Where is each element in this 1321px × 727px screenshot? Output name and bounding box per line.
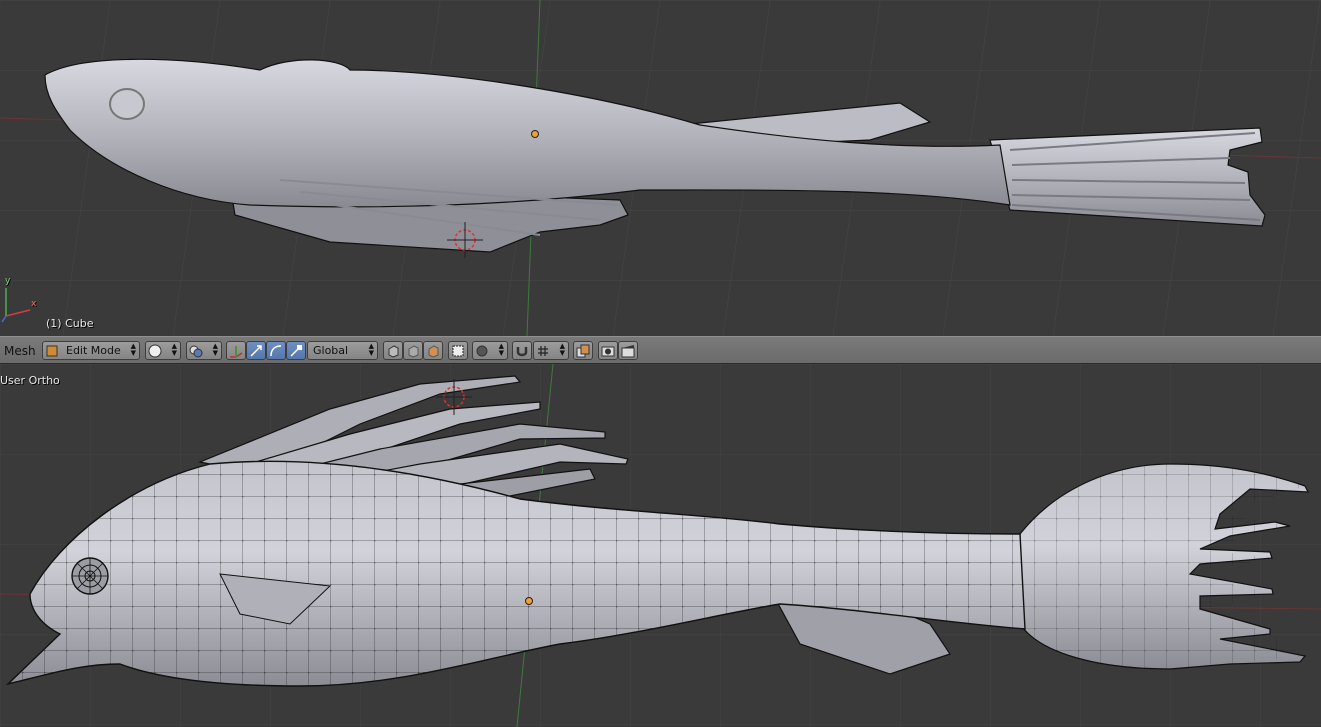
render-animation-icon <box>621 345 635 358</box>
manipulator-icon <box>230 346 243 358</box>
translate-icon <box>250 345 262 357</box>
eye-mesh <box>71 557 109 595</box>
snap-toggle[interactable] <box>512 341 532 360</box>
occlude-geometry-toggle[interactable] <box>448 341 468 360</box>
transform-orientation-value: Global <box>313 344 349 357</box>
axis-x-label: x <box>31 299 37 309</box>
viewport-header: Mesh Edit Mode ▲ ▼ ▲ ▼ ▲ ▼ Global ▲ ▼ ▲ ▼ <box>0 336 1321 364</box>
mesh-menu[interactable]: Mesh <box>4 344 36 358</box>
vertex-select-icon <box>388 345 399 358</box>
mode-select-value: Edit Mode <box>66 344 121 357</box>
mode-select[interactable]: Edit Mode ▲ ▼ <box>42 341 140 360</box>
render-icon <box>601 346 615 357</box>
manipulator-toggle[interactable] <box>226 341 246 360</box>
bottom-3d-viewport[interactable]: User Ortho <box>0 364 1321 727</box>
snap-target-select[interactable]: ▲ ▼ <box>533 341 569 360</box>
copy-icon <box>576 344 590 358</box>
face-select-icon <box>428 345 439 358</box>
top-3d-viewport[interactable]: y x (1) Cube <box>0 0 1321 336</box>
occlude-geometry-icon <box>452 345 464 357</box>
render-animation-button[interactable] <box>618 341 638 360</box>
scale-icon <box>290 345 302 357</box>
scale-toggle[interactable] <box>286 341 306 360</box>
edge-select-mode[interactable] <box>403 341 423 360</box>
transform-orientation-select[interactable]: Global ▲ ▼ <box>307 341 378 360</box>
top-viewport-canvas[interactable] <box>0 0 1321 336</box>
rotate-toggle[interactable] <box>266 341 286 360</box>
pivot-point-icon <box>189 345 203 358</box>
face-select-mode[interactable] <box>423 341 443 360</box>
viewport-shading-select[interactable]: ▲ ▼ <box>145 341 181 360</box>
proportional-edit-icon <box>476 345 488 357</box>
proportional-edit-select[interactable]: ▲ ▼ <box>472 341 508 360</box>
render-button[interactable] <box>598 341 618 360</box>
copy-button[interactable] <box>573 341 593 360</box>
eye <box>109 88 145 120</box>
bottom-viewport-canvas[interactable] <box>0 364 1321 727</box>
object-origin-dot <box>531 130 539 138</box>
snap-magnet-icon <box>516 347 528 357</box>
shading-sphere-icon <box>148 344 162 358</box>
axis-y-label: y <box>5 276 11 286</box>
snap-target-icon <box>538 346 548 356</box>
object-name-label: (1) Cube <box>46 317 94 330</box>
mode-icon <box>46 345 58 357</box>
vertex-select-mode[interactable] <box>383 341 403 360</box>
translate-toggle[interactable] <box>246 341 266 360</box>
view-name-label: User Ortho <box>0 374 60 387</box>
edge-select-icon <box>408 345 419 358</box>
rotate-icon <box>270 345 282 357</box>
object-origin-dot-bottom <box>525 597 533 605</box>
pivot-point-select[interactable]: ▲ ▼ <box>186 341 222 360</box>
